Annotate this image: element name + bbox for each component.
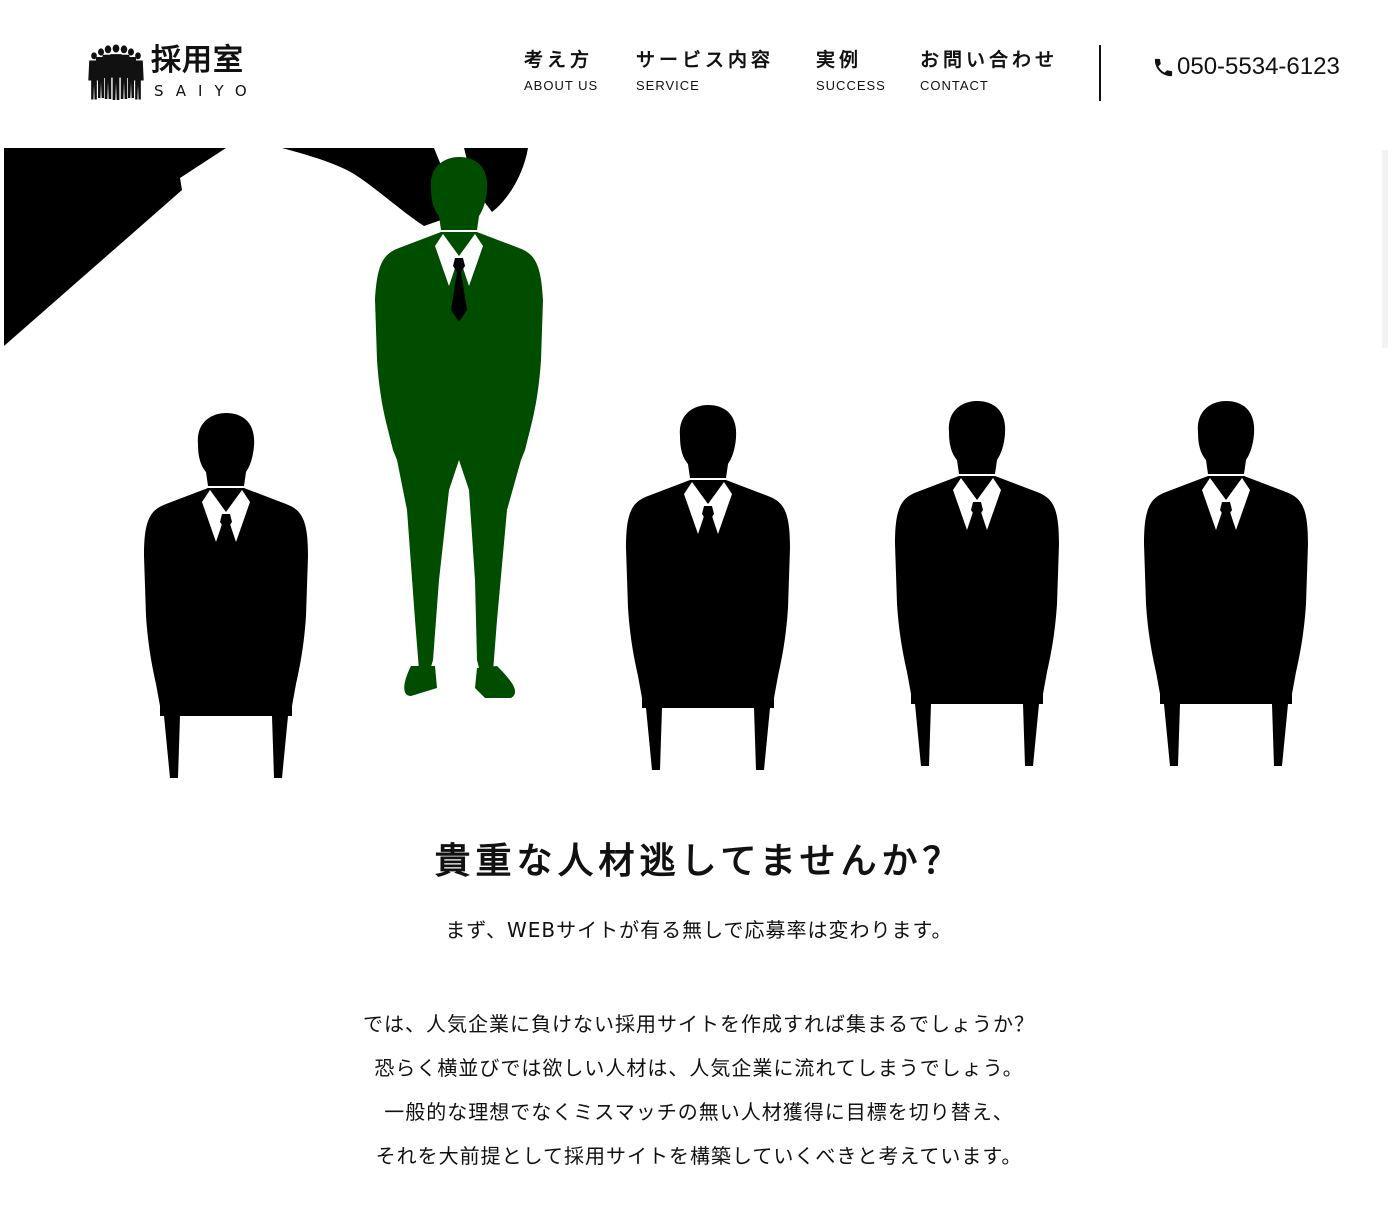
intro-section: 貴重な人材逃してませんか？ まず、WEBサイトが有る無しで応募率は変わります。 … xyxy=(0,830,1398,1178)
body-line: 一般的な理想でなくミスマッチの無い人材獲得に目標を切り替え、 xyxy=(384,1100,1014,1124)
hero-image xyxy=(4,148,1388,780)
nav-item-label-en: SERVICE xyxy=(636,78,700,93)
nav-item-label-en: ABOUT US xyxy=(524,78,599,93)
phone-number: 050-5534-6123 xyxy=(1177,53,1340,80)
nav-item-label-en: SUCCESS xyxy=(816,78,886,93)
nav-item-label-en: CONTACT xyxy=(920,78,989,93)
logo-title: 採用室 xyxy=(151,43,244,78)
nav-item-service[interactable]: サービス内容 SERVICE xyxy=(636,46,774,94)
body-line: それを大前提として採用サイトを構築していくべきと考えています。 xyxy=(375,1144,1023,1168)
nav-item-contact[interactable]: お問い合わせ CONTACT xyxy=(920,46,1058,94)
phone-icon xyxy=(1154,58,1173,76)
phone-link[interactable]: 050-5534-6123 xyxy=(1152,52,1340,82)
nav-item-label-jp: サービス内容 xyxy=(636,49,775,71)
logo-subtitle: SAIYO xyxy=(154,82,259,100)
site-header: 採用室 SAIYO 考え方 ABOUT US サービス内容 SERVICE 実例… xyxy=(0,0,1398,140)
body-line: 恐らく横並びでは欲しい人材は、人気企業に流れてしまうでしょう。 xyxy=(374,1056,1024,1080)
header-divider xyxy=(1099,45,1101,101)
nav-item-label-jp: 実例 xyxy=(816,49,863,71)
body-text: では、人気企業に負けない採用サイトを作成すれば集まるでしょうか？ 恐らく横並びで… xyxy=(0,1002,1398,1178)
nav-item-label-jp: 考え方 xyxy=(524,49,594,71)
body-line: では、人気企業に負けない採用サイトを作成すれば集まるでしょうか？ xyxy=(363,1012,1035,1036)
people-silhouettes-icon xyxy=(88,44,144,100)
nav-item-success[interactable]: 実例 SUCCESS xyxy=(816,46,886,94)
businessmen-silhouettes-illustration xyxy=(4,148,1388,778)
page-headline: 貴重な人材逃してませんか？ xyxy=(434,841,964,882)
nav-item-about[interactable]: 考え方 ABOUT US xyxy=(524,46,598,94)
nav-item-label-jp: お問い合わせ xyxy=(920,49,1059,71)
lead-text: まず、WEBサイトが有る無しで応募率は変わります。 xyxy=(445,918,953,942)
